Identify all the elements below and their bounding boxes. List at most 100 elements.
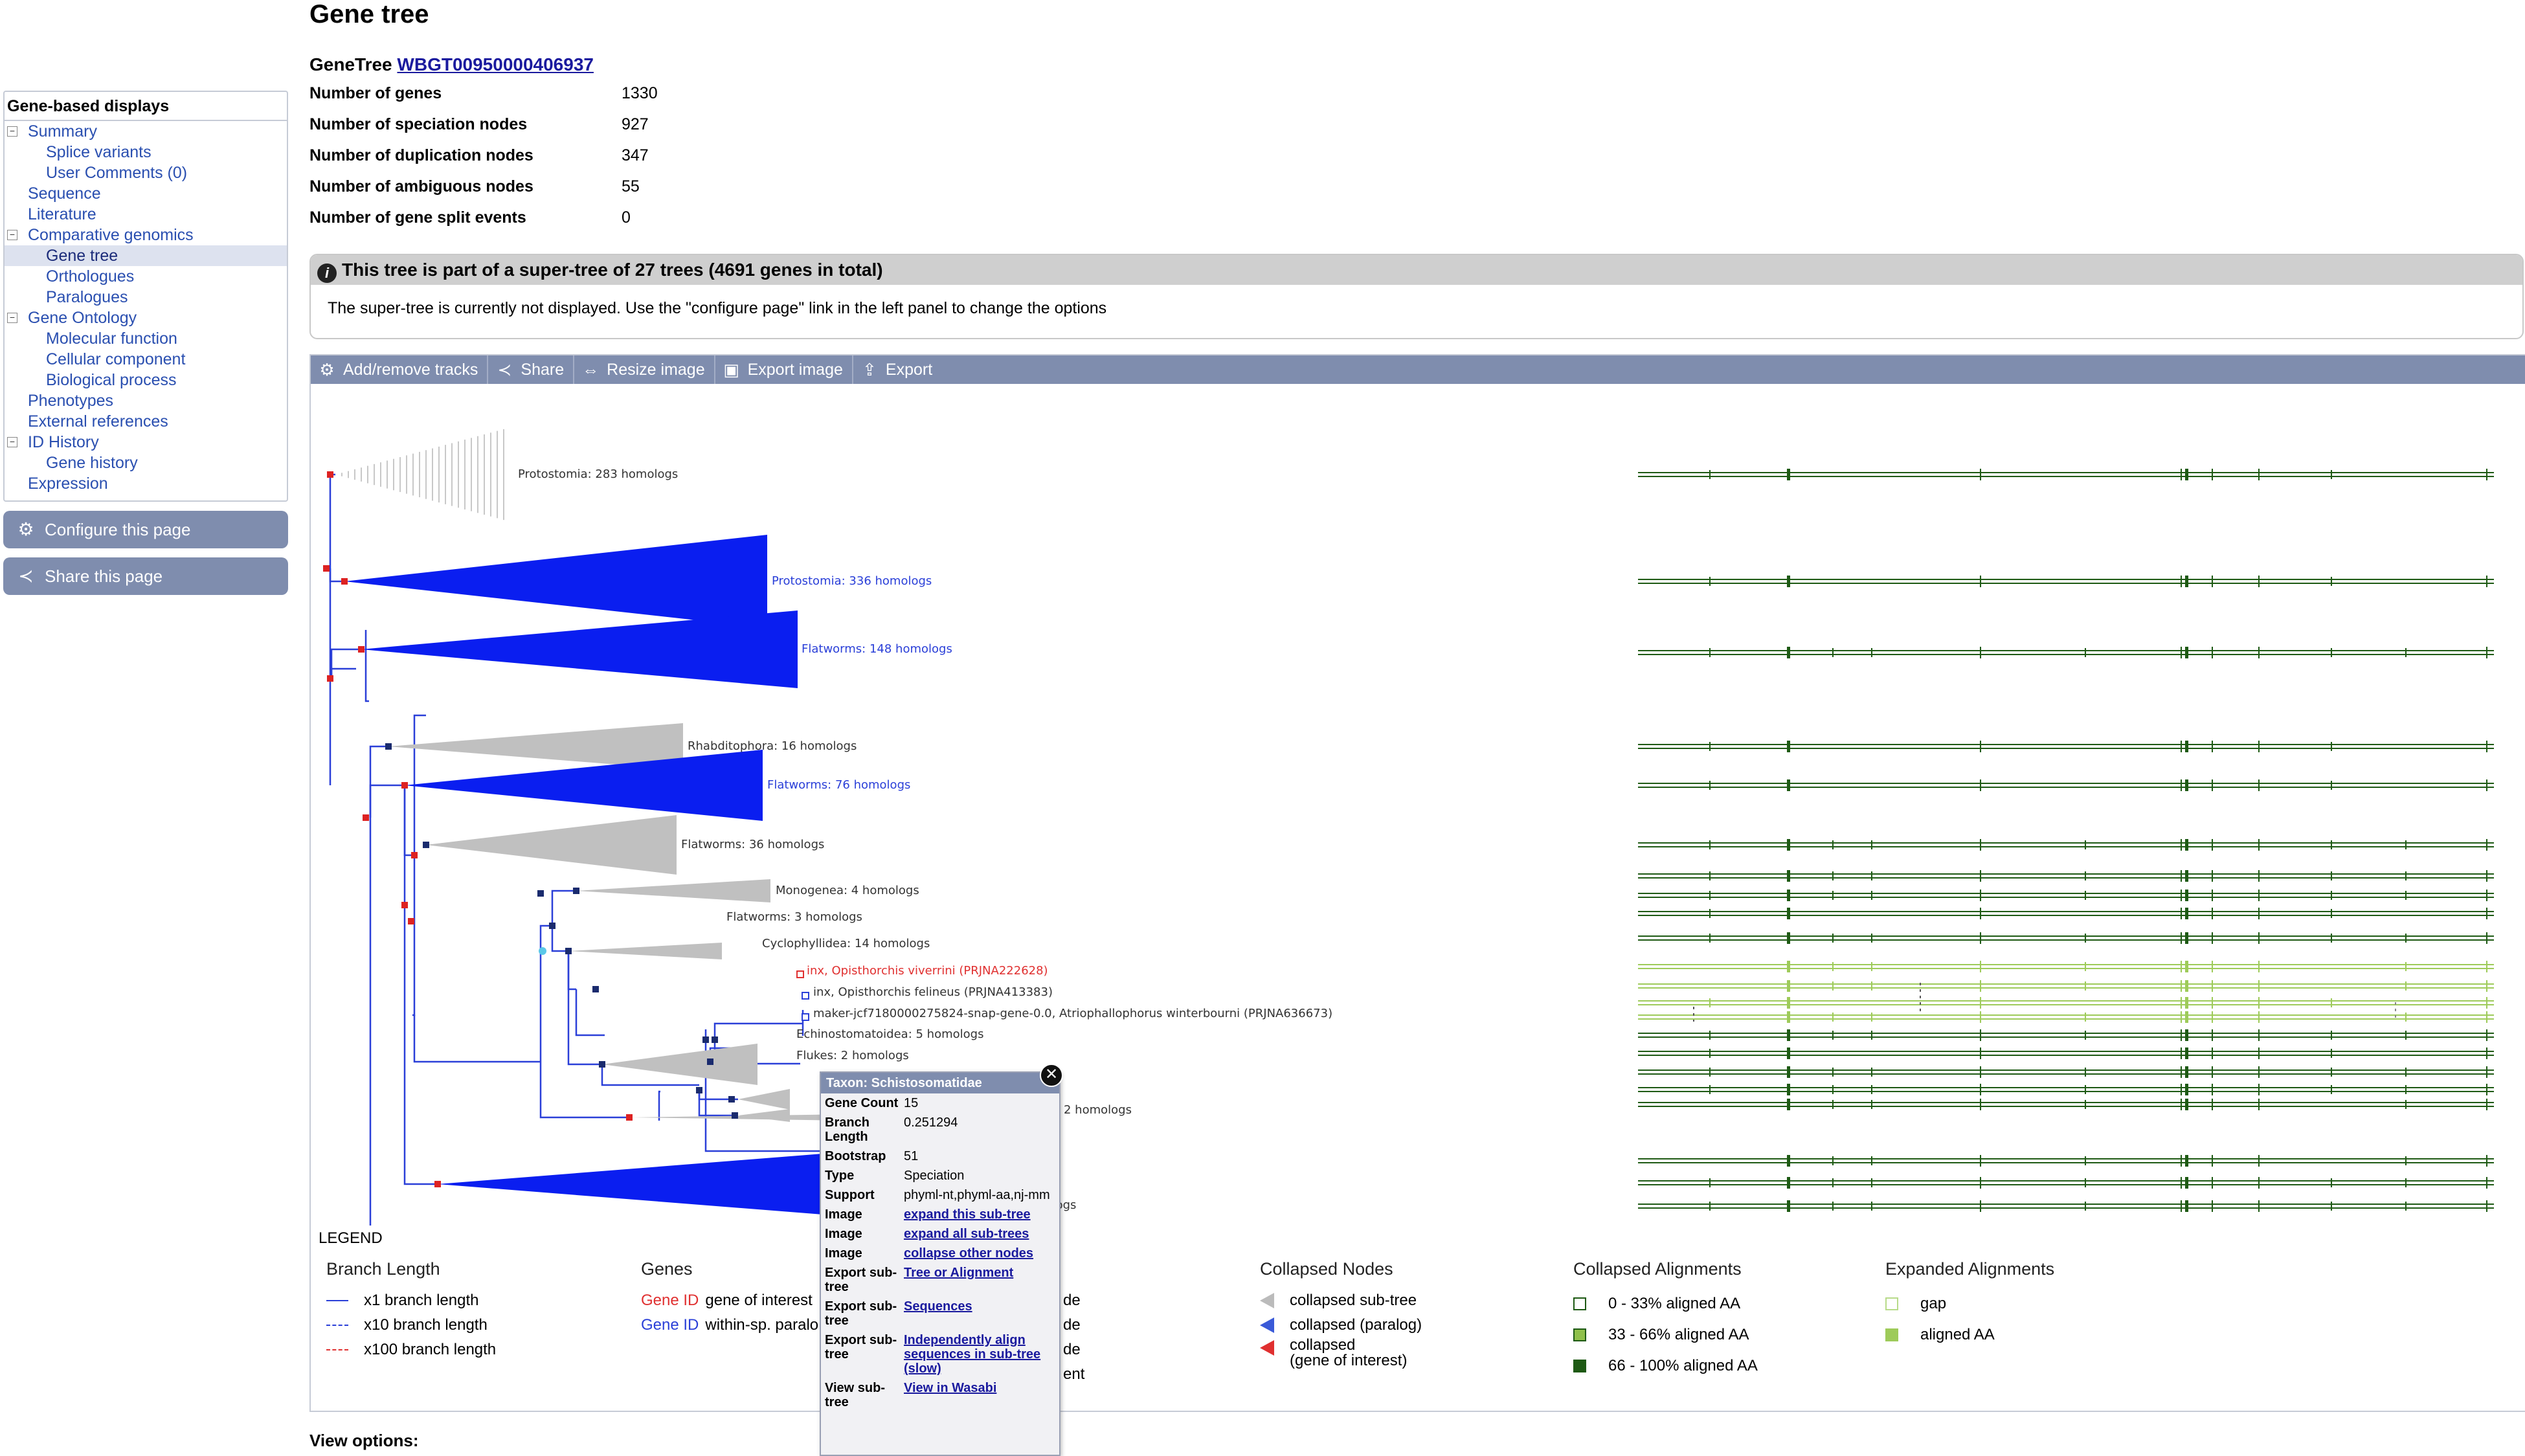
popup-row: Export sub-tree Independently align seque… xyxy=(821,1330,1059,1378)
sequences-link[interactable]: Sequences xyxy=(904,1299,972,1314)
sidebar-item-external-references[interactable]: External references xyxy=(5,411,287,432)
alignment-tick xyxy=(2405,934,2407,943)
sidebar-item-id-history[interactable]: − ID History xyxy=(5,432,287,453)
legend-label-line: (gene of interest) xyxy=(1290,1352,1408,1369)
sidebar-item-phenotypes[interactable]: Phenotypes xyxy=(5,390,287,411)
sidebar-item-splice-variants[interactable]: Splice variants xyxy=(5,142,287,162)
tree-node xyxy=(401,902,408,908)
alignment-block xyxy=(1980,997,1981,1009)
legend-genes: Genes Gene ID gene of interest Gene ID wit… xyxy=(641,1259,818,1338)
collapse-toggle-icon[interactable]: − xyxy=(7,230,17,240)
resize-image-button[interactable]: ⇔ Resize image xyxy=(574,355,715,384)
alignment-track xyxy=(1638,839,2494,851)
collapse-toggle-icon[interactable]: − xyxy=(7,437,17,447)
tree-node xyxy=(423,842,429,848)
alignment-tick xyxy=(1832,1156,1834,1165)
alignment-track xyxy=(1638,1155,2494,1167)
export-button[interactable]: ⇪ Export xyxy=(853,355,941,384)
alignment-block xyxy=(1787,1011,1790,1023)
expand-all-link[interactable]: expand all sub-trees xyxy=(904,1227,1029,1241)
alignment-tick xyxy=(1832,1202,1834,1211)
image-toolbar: ⚙ Add/remove tracks ≺ Share ⇔ Resize image … xyxy=(311,355,2525,384)
legend-heading: Collapsed Nodes xyxy=(1260,1259,1393,1279)
legend-row: collapsed (paralog) xyxy=(1260,1313,1422,1338)
alignment-block xyxy=(1980,741,1981,752)
alignment-block xyxy=(2181,576,2182,587)
legend-label: x1 branch length xyxy=(364,1292,479,1309)
export-image-button[interactable]: ▣ Export image xyxy=(715,355,853,384)
alignment-block xyxy=(2185,1066,2188,1078)
sidebar-item-label: Biological process xyxy=(46,371,177,389)
share-page-button[interactable]: ≺ Share this page xyxy=(3,557,288,595)
alignment-block xyxy=(2185,1029,2188,1041)
tree-branch xyxy=(330,667,356,678)
configure-page-label: Configure this page xyxy=(45,520,191,539)
alignment-tick xyxy=(1709,1068,1711,1077)
sidebar-item-sequence[interactable]: Sequence xyxy=(5,183,287,204)
alignment-block xyxy=(2212,647,2213,658)
tree-node xyxy=(728,1096,735,1103)
alignment-track xyxy=(1638,1177,2494,1189)
info-icon: i xyxy=(317,263,337,283)
sidebar-item-comparative-genomics[interactable]: − Comparative genomics xyxy=(5,225,287,245)
nav-title: Gene-based displays xyxy=(5,95,287,121)
tree-node xyxy=(549,923,556,929)
alignment-block xyxy=(1787,1177,1790,1189)
sidebar: Gene-based displays − Summary Splice varia… xyxy=(3,91,288,595)
alignment-tick xyxy=(2085,1031,2086,1040)
sidebar-item-molecular-function[interactable]: Molecular function xyxy=(5,328,287,349)
alignment-block xyxy=(2486,997,2487,1009)
alignment-tick xyxy=(2405,1031,2407,1040)
alignment-tick xyxy=(1709,781,1711,790)
alignment-block xyxy=(2181,1200,2182,1212)
alignment-block xyxy=(1980,1047,1981,1059)
sidebar-item-gene-history[interactable]: Gene history xyxy=(5,453,287,473)
tree-tip-label: Flatworms: 36 homologs xyxy=(681,838,824,851)
alignment-block xyxy=(2258,1011,2260,1023)
sidebar-item-biological-process[interactable]: Biological process xyxy=(5,370,287,390)
sidebar-item-gene-ontology[interactable]: − Gene Ontology xyxy=(5,308,287,328)
sidebar-item-paralogues[interactable]: Paralogues xyxy=(5,287,287,308)
alignment-track xyxy=(1638,1066,2494,1078)
alignment-block xyxy=(2185,997,2188,1009)
configure-page-button[interactable]: ⚙ Configure this page xyxy=(3,511,288,548)
expand-subtree-link[interactable]: expand this sub-tree xyxy=(904,1207,1031,1222)
sidebar-item-gene-tree[interactable]: Gene tree xyxy=(5,245,287,266)
independently-align-link[interactable]: Independently align sequences in sub-tre… xyxy=(904,1333,1040,1376)
collapse-toggle-icon[interactable]: − xyxy=(7,126,17,137)
alignment-tick xyxy=(1709,1178,1711,1187)
sidebar-item-label: Summary xyxy=(28,122,97,140)
alignment-tick xyxy=(2085,840,2086,849)
genetree-id-link[interactable]: WBGT00950000406937 xyxy=(397,54,594,74)
alignment-tick xyxy=(1709,909,1711,918)
alignment-block xyxy=(1787,469,1790,480)
popup-value: phyml-nt,phyml-aa,nj-mm xyxy=(904,1188,1050,1202)
collapsed-clade-triangle xyxy=(426,815,677,875)
legend-row: gap xyxy=(1885,1288,2054,1319)
sidebar-item-user-comments-0[interactable]: User Comments (0) xyxy=(5,162,287,183)
share-button[interactable]: ≺ Share xyxy=(488,355,575,384)
sidebar-item-orthologues[interactable]: Orthologues xyxy=(5,266,287,287)
view-in-wasabi-link[interactable]: View in Wasabi xyxy=(904,1381,996,1395)
red-dashed-line-swatch xyxy=(326,1349,348,1350)
resize-image-label: Resize image xyxy=(607,360,705,379)
collapse-toggle-icon[interactable]: − xyxy=(7,313,17,323)
page-title: Gene tree xyxy=(309,0,429,28)
legend-row: Gene ID gene of interest xyxy=(641,1288,818,1313)
alignment-tick xyxy=(2331,891,2332,900)
close-icon[interactable]: ✕ xyxy=(1040,1064,1063,1087)
sidebar-item-literature[interactable]: Literature xyxy=(5,204,287,225)
alignment-block xyxy=(2486,1029,2487,1041)
tree-or-alignment-link[interactable]: Tree or Alignment xyxy=(904,1266,1013,1280)
alignment-block xyxy=(2185,1099,2188,1110)
collapse-other-link[interactable]: collapse other nodes xyxy=(904,1246,1033,1260)
super-tree-info-panel: i This tree is part of a super-tree of 27… xyxy=(309,254,2524,339)
alignment-block xyxy=(2212,1084,2213,1095)
sidebar-item-cellular-component[interactable]: Cellular component xyxy=(5,349,287,370)
export-icon: ⇪ xyxy=(862,359,877,379)
sidebar-item-summary[interactable]: − Summary xyxy=(5,121,287,142)
sidebar-item-expression[interactable]: Expression xyxy=(5,473,287,494)
add-remove-tracks-button[interactable]: ⚙ Add/remove tracks xyxy=(311,355,489,384)
alignment-block xyxy=(2258,1200,2260,1212)
tree-tip-label: Flatworms: 76 homologs xyxy=(767,778,910,792)
